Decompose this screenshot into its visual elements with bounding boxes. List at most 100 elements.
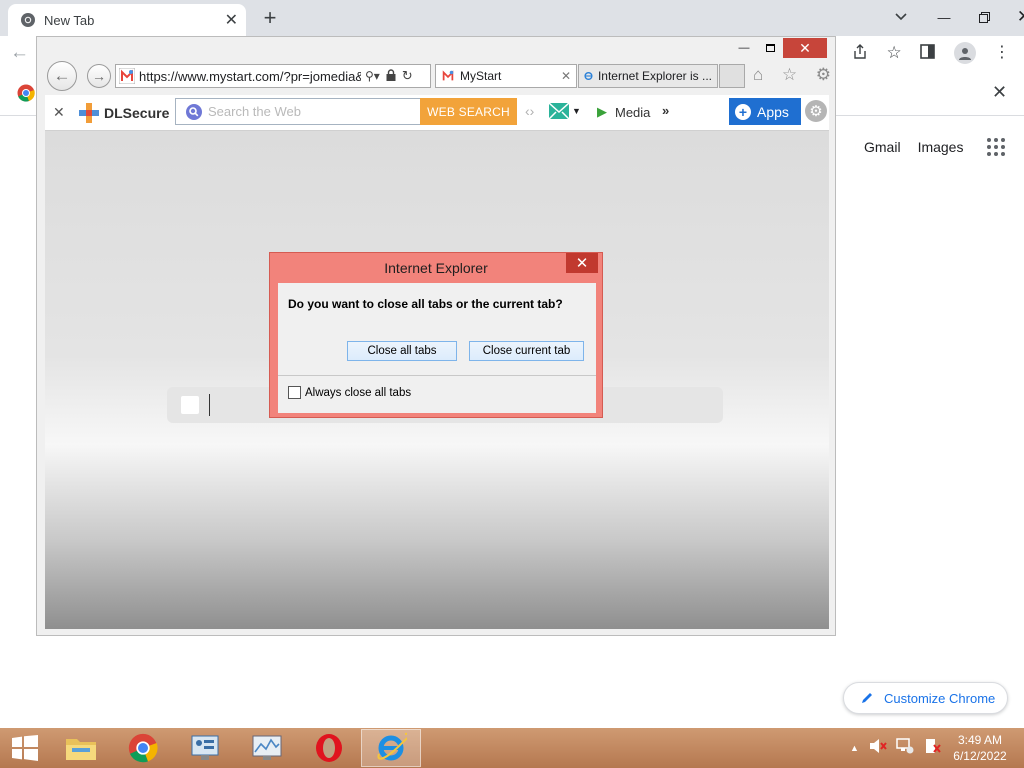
chrome-tab-new-tab[interactable]: New Tab ✕	[8, 4, 246, 36]
bookmark-star-icon[interactable]: ☆	[886, 43, 901, 63]
google-apps-icon[interactable]	[987, 138, 1006, 156]
ie-address-text: https://www.mystart.com/?pr=jomedia&	[139, 68, 361, 84]
tray-overflow-icon[interactable]: ▲	[850, 743, 859, 753]
network-icon[interactable]	[896, 738, 914, 757]
chrome-tab-strip: New Tab ✕ + — ✕	[0, 0, 1024, 36]
taskbar-internet-explorer[interactable]	[361, 729, 421, 767]
chrome-icon	[128, 733, 158, 763]
ie-new-tab-button[interactable]	[719, 64, 745, 88]
toolbar-settings-gear-icon[interactable]: ⚙	[805, 100, 827, 122]
control-panel-icon	[191, 735, 219, 760]
web-search-placeholder: Search the Web	[208, 104, 301, 119]
web-search-input[interactable]: Search the Web	[175, 98, 421, 125]
apps-label: Apps	[757, 103, 789, 120]
new-tab-icon[interactable]: +	[256, 4, 284, 32]
ie-window-controls: — ✕	[731, 37, 827, 59]
close-window-icon[interactable]: ✕	[1004, 2, 1024, 32]
profile-avatar-icon[interactable]	[953, 42, 976, 64]
minimize-icon[interactable]: —	[924, 2, 964, 32]
chrome-menu-icon[interactable]: ⋮	[994, 45, 1010, 61]
media-button[interactable]: ▶ Media	[597, 104, 650, 120]
ie-forward-button[interactable]: →	[87, 64, 111, 88]
monitor-graph-icon	[252, 735, 282, 760]
play-icon: ▶	[597, 104, 607, 119]
ie-tab-close-icon[interactable]: ✕	[561, 69, 571, 83]
dlsecure-brand: DLSecure	[104, 105, 170, 121]
text-cursor	[209, 394, 210, 416]
ie-minimize-icon[interactable]: —	[731, 42, 757, 54]
dialog-divider	[278, 375, 596, 376]
ie-home-icon[interactable]: ⌂	[753, 65, 763, 85]
taskbar-resource-monitor[interactable]	[237, 729, 297, 767]
mystart-favicon-icon	[119, 68, 135, 84]
email-dropdown[interactable]: ▼	[549, 103, 581, 119]
page-search-logo-icon	[181, 396, 199, 414]
taskbar-opera[interactable]	[299, 729, 359, 767]
email-icon	[549, 103, 569, 119]
gmail-link[interactable]: Gmail	[864, 139, 901, 155]
ie-favorites-star-icon[interactable]: ☆	[782, 65, 797, 85]
taskbar-control-panel[interactable]	[175, 729, 235, 767]
clock-date: 6/12/2022	[953, 749, 1007, 763]
search-icon	[186, 103, 202, 120]
back-arrow-icon[interactable]: ←	[10, 42, 29, 64]
windows-logo-icon	[12, 735, 38, 761]
ie-tab-internet-explorer[interactable]: Internet Explorer is ...	[578, 64, 718, 88]
taskbar-clock[interactable]: 3:49 AM 6/12/2022	[944, 732, 1016, 766]
start-button[interactable]	[0, 729, 50, 767]
ie-refresh-icon[interactable]: ↻	[402, 68, 413, 84]
apps-button[interactable]: + Apps	[729, 98, 801, 125]
share-icon[interactable]	[852, 43, 868, 63]
ie-tab-mystart[interactable]: MyStart ✕	[435, 64, 577, 88]
ie-back-button[interactable]: ←	[47, 61, 77, 91]
ie-lock-icon	[386, 68, 396, 84]
ie-close-icon[interactable]: ✕	[783, 38, 827, 58]
dialog-title: Internet Explorer	[384, 260, 488, 276]
taskbar-file-explorer[interactable]	[51, 729, 111, 767]
restore-icon[interactable]	[964, 2, 1004, 32]
folder-icon	[66, 739, 96, 760]
dropdown-arrow-icon: ▼	[572, 106, 581, 116]
customize-chrome-button[interactable]: Customize Chrome	[843, 682, 1008, 714]
always-close-checkbox[interactable]	[288, 386, 301, 399]
chrome-tab-search-icon[interactable]	[878, 2, 924, 32]
ie-tab-label: Internet Explorer is ...	[597, 69, 712, 83]
chrome-tab-close-icon[interactable]: ✕	[225, 10, 238, 30]
code-brackets-icon[interactable]: ‹›	[525, 103, 534, 119]
always-close-label: Always close all tabs	[305, 386, 412, 399]
media-label: Media	[615, 104, 651, 120]
ie-tools-gear-icon[interactable]: ⚙	[816, 65, 831, 85]
chrome-logo-icon	[17, 84, 35, 102]
close-all-tabs-button[interactable]: Close all tabs	[347, 341, 457, 361]
customize-chrome-label: Customize Chrome	[884, 690, 996, 706]
always-close-checkbox-row[interactable]: Always close all tabs	[288, 386, 411, 399]
infobar-close-icon[interactable]: ✕	[992, 82, 1007, 103]
pencil-icon	[862, 693, 872, 703]
dlsecure-cross-icon	[79, 103, 99, 123]
ie-search-dropdown-icon[interactable]: ⚲▾	[365, 69, 380, 83]
close-current-tab-button[interactable]: Close current tab	[469, 341, 584, 361]
taskbar: ▲ 3:49 AM 6/12/2022	[0, 728, 1024, 768]
images-link[interactable]: Images	[918, 139, 964, 155]
ie-navigation-bar: ← → https://www.mystart.com/?pr=jomedia&…	[37, 59, 837, 93]
chrome-logo-icon	[21, 13, 35, 27]
volume-muted-icon[interactable]	[869, 738, 887, 757]
dlsecure-logo: DLSecure	[79, 103, 169, 123]
more-chevron-icon[interactable]: »	[662, 103, 669, 118]
toolbar-close-icon[interactable]: ✕	[53, 104, 65, 121]
ie-maximize-icon[interactable]	[757, 44, 783, 52]
dialog-body: Do you want to close all tabs or the cur…	[278, 283, 596, 413]
dlsecure-toolbar: ✕ DLSecure Search the Web WEB SEARCH ‹› …	[45, 95, 829, 131]
close-tabs-dialog: Internet Explorer ✕ Do you want to close…	[269, 252, 603, 418]
taskbar-chrome[interactable]	[113, 729, 173, 767]
dialog-close-icon[interactable]: ✕	[566, 253, 598, 273]
ie-address-bar[interactable]: https://www.mystart.com/?pr=jomedia& ⚲▾ …	[115, 64, 431, 88]
web-search-button[interactable]: WEB SEARCH	[420, 98, 517, 125]
ie-tab-label: MyStart	[460, 69, 502, 83]
plus-circle-icon: +	[735, 103, 751, 120]
opera-icon	[316, 734, 342, 762]
action-center-alert-icon[interactable]	[924, 738, 942, 757]
side-panel-icon[interactable]	[920, 44, 935, 62]
system-tray: ▲	[850, 738, 942, 757]
ie-favicon-icon	[584, 71, 593, 81]
